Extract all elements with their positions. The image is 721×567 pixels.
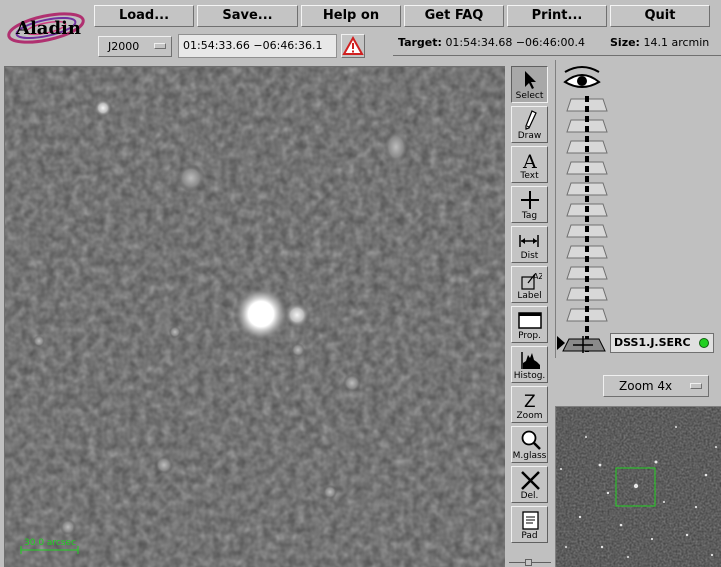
- star: [343, 374, 361, 392]
- coordinate-field[interactable]: 01:54:33.66 −06:46:36.1: [178, 34, 337, 58]
- tool-zoom-label: Zoom: [516, 411, 543, 421]
- tool-zoom[interactable]: Z Zoom: [511, 386, 548, 423]
- warning-button[interactable]: [341, 34, 365, 58]
- tool-magnifier-label: M.glass: [512, 451, 547, 461]
- star: [169, 326, 181, 338]
- distance-icon: [519, 235, 539, 247]
- scale-bar-label: 30.0 arcsec: [24, 538, 76, 548]
- tool-properties-label: Prop.: [518, 331, 541, 341]
- notepad-icon: [522, 511, 539, 530]
- tool-tag[interactable]: Tag: [511, 186, 548, 223]
- star: [33, 335, 45, 347]
- star: [155, 456, 173, 474]
- size-label: Size:: [610, 36, 640, 49]
- tool-draw-label: Draw: [517, 131, 542, 141]
- tool-label-label: Label: [517, 291, 542, 301]
- window-icon: [518, 312, 542, 329]
- delete-x-icon: [521, 471, 540, 490]
- zoom-select[interactable]: Zoom 4x: [603, 375, 709, 397]
- magnifier-icon: [521, 430, 541, 450]
- target-info: Target: 01:54:34.68 −06:46:00.4: [398, 36, 585, 49]
- main-image-view[interactable]: 30.0 arcsec: [4, 66, 505, 567]
- tool-draw[interactable]: Draw: [511, 106, 548, 143]
- tool-dist[interactable]: Dist: [511, 226, 548, 263]
- target-label: Target:: [398, 36, 442, 49]
- tool-properties[interactable]: Prop.: [511, 306, 548, 343]
- save-button[interactable]: Save...: [197, 5, 298, 27]
- tool-select[interactable]: Select: [511, 66, 548, 103]
- coord-frame-value: J2000: [108, 40, 140, 53]
- size-info: Size: 14.1 arcmin: [610, 36, 709, 49]
- bright-star: [233, 286, 289, 342]
- target-value: 01:54:34.68 −06:46:00.4: [445, 36, 585, 49]
- companion-star: [284, 302, 310, 328]
- svg-text:A: A: [522, 151, 537, 171]
- tool-text[interactable]: A Text: [511, 146, 548, 183]
- arrow-icon: [525, 71, 536, 89]
- star: [291, 343, 305, 357]
- tool-select-label: Select: [515, 91, 544, 101]
- tool-palette: Select Draw A Text Tag Dist AZ Label Pro…: [509, 66, 551, 567]
- select-arrow-icon: [154, 43, 166, 49]
- svg-text:AZ: AZ: [533, 272, 542, 281]
- eye-icon: [563, 66, 601, 88]
- plane-stack: [555, 60, 721, 358]
- size-value: 14.1 arcmin: [643, 36, 710, 49]
- svg-text:Z: Z: [524, 392, 536, 411]
- tool-magnifier[interactable]: M.glass: [511, 426, 548, 463]
- toolbar-scroll-handle[interactable]: [509, 559, 551, 566]
- print-button[interactable]: Print...: [507, 5, 607, 27]
- tool-pad-label: Pad: [521, 531, 538, 541]
- sky-image: 30.0 arcsec: [5, 67, 505, 567]
- quit-button[interactable]: Quit: [610, 5, 710, 27]
- tool-delete[interactable]: Del.: [511, 466, 548, 503]
- plane-label[interactable]: DSS1.J.SERC: [610, 333, 714, 353]
- load-button[interactable]: Load...: [94, 5, 194, 27]
- tool-delete-label: Del.: [520, 491, 539, 501]
- info-divider: [393, 55, 721, 56]
- stack-graphic: [557, 66, 608, 353]
- aladin-logo: Aladin: [4, 4, 88, 52]
- help-button[interactable]: Help on: [301, 5, 401, 27]
- plane-status-icon: [699, 338, 709, 348]
- warning-icon: [342, 35, 364, 55]
- tool-text-label: Text: [520, 171, 539, 181]
- text-icon: A: [522, 151, 537, 171]
- active-plane: [562, 336, 606, 353]
- tool-dist-label: Dist: [520, 251, 539, 261]
- tool-histogram-label: Histog.: [513, 371, 546, 381]
- star: [323, 485, 337, 499]
- star: [94, 99, 112, 117]
- aladin-window: Aladin Load... Save... Help on Get FAQ P…: [0, 0, 721, 567]
- overview-image: [556, 407, 721, 567]
- tool-histogram[interactable]: Histog.: [511, 346, 548, 383]
- tool-tag-label: Tag: [521, 211, 538, 221]
- cross-icon: [521, 191, 539, 209]
- star: [60, 519, 76, 535]
- tool-pad[interactable]: Pad: [511, 506, 548, 543]
- tool-label[interactable]: AZ Label: [511, 266, 548, 303]
- label-icon: AZ: [521, 272, 542, 290]
- plane-name: DSS1.J.SERC: [614, 336, 691, 349]
- faq-button[interactable]: Get FAQ: [404, 5, 504, 27]
- logo-text: Aladin: [16, 18, 81, 39]
- star: [177, 164, 205, 192]
- overview-panel[interactable]: [555, 406, 721, 567]
- zoom-value: Zoom 4x: [619, 379, 673, 393]
- pencil-icon: [525, 110, 537, 130]
- zoom-z-icon: Z: [524, 392, 536, 411]
- galaxy: [384, 130, 408, 164]
- histogram-icon: [521, 352, 540, 369]
- plane-selector-arrow-icon: [557, 336, 565, 350]
- coord-frame-select[interactable]: J2000: [98, 36, 172, 57]
- select-arrow-icon: [690, 383, 702, 389]
